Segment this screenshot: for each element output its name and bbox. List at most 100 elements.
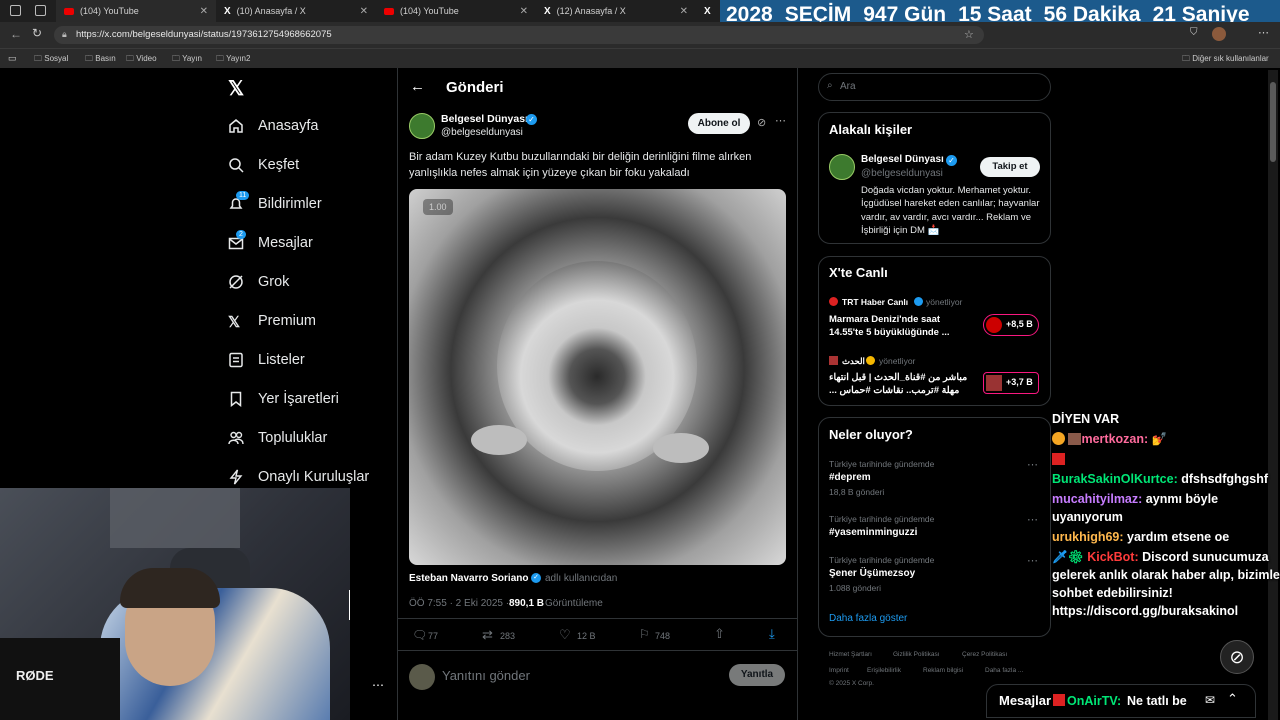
related-avatar[interactable] [829,154,855,180]
profile-avatar[interactable] [1212,27,1226,41]
mail-icon: 2 [228,230,246,251]
trend-name[interactable]: Şener Üşümezsoy [829,568,915,579]
trend-context: Türkiye tarihinde gündemde [829,459,935,469]
sidebar-item-explore[interactable]: Keşfet [228,157,299,173]
grok-float-button[interactable]: ⊘ [1220,640,1254,674]
sidebar-item-communities[interactable]: Topluluklar [228,430,327,446]
trend-name[interactable]: #yaseminminguzzi [829,527,917,538]
related-name[interactable]: Belgesel Dünyası [861,154,944,165]
tab-x-3[interactable]: X [696,0,720,22]
reply-input[interactable]: Yanıtını gönder [442,668,530,683]
close-tab-icon[interactable]: ✕ [360,6,368,17]
lock-icon[interactable]: 🔒︎ [62,29,67,40]
tab-actions-icon[interactable] [35,5,46,16]
reply-button[interactable]: Yanıtla [729,664,785,686]
post-timestamp[interactable]: ÖÖ 7:55 · 2 Eki 2025 · [409,598,509,609]
live-listeners-pill[interactable]: +3,7 B [983,372,1039,394]
trends-title: Neler oluyor? [829,427,913,442]
x-home-logo[interactable]: 𝕏 [228,76,244,101]
bookmark-folder[interactable]: 🗀︎ Video [126,53,157,67]
share-icon[interactable]: ⇧ [714,626,725,642]
verified-badge-icon: ✓ [526,114,537,125]
tab-youtube-1[interactable]: (104) YouTube ✕ [56,0,216,22]
sidebar-item-grok[interactable]: Grok [228,274,289,290]
post-video[interactable]: 1.00 [409,189,786,565]
tab-x-1[interactable]: X (10) Anasayfa / X ✕ [216,0,376,22]
floating-button[interactable] [349,590,350,620]
messages-drawer[interactable]: Mesajlar OnAirTV: Ne tatlı be ✉ ⌃ [986,684,1256,718]
tab-x-2[interactable]: X (12) Anasayfa / X ✕ [536,0,696,22]
follow-button[interactable]: Takip et [980,157,1040,177]
show-more-link[interactable]: Daha fazla göster [829,613,907,624]
repost-icon[interactable]: ⇄ [482,627,493,643]
menu-icon[interactable]: ⋯ [1258,26,1269,39]
footer-link[interactable]: Hizmet Şartları [829,651,872,658]
live-host[interactable]: TRT Haber Canlı [842,297,908,307]
bookmark-folder[interactable]: 🗀︎ Basın [85,53,116,67]
download-icon[interactable]: ⤓ [769,626,775,642]
x-icon: 𝕏 [228,314,241,331]
like-count: 12 B [577,631,596,641]
footer-link[interactable]: Imprint [829,667,849,674]
live-item-title[interactable]: مباشر من #قناة_الحدث | قبل انتهاء مهلة #… [829,371,977,397]
close-tab-icon[interactable]: ✕ [520,6,528,17]
sidebar-item-messages[interactable]: 2 Mesajlar [228,230,313,251]
compose-message-icon[interactable]: ✉ [1205,693,1215,707]
bookmark-folder[interactable]: 🗀︎ Sosyal [34,53,68,67]
like-icon[interactable]: ♡ [559,627,571,643]
more-options-icon[interactable]: ⋯ [775,114,786,127]
author-handle[interactable]: @belgeseldunyasi [441,127,523,138]
favorite-star-icon[interactable]: ☆ [964,28,974,41]
subscribe-button[interactable]: Abone ol [688,113,750,134]
back-icon[interactable]: ← [10,27,22,41]
tab-youtube-2[interactable]: (104) YouTube ✕ [376,0,536,22]
live-item-title[interactable]: Marmara Denizi'nde saat 14.55'te 5 büyük… [829,313,977,339]
reload-icon[interactable]: ↻ [32,26,42,40]
verified-badge-icon: ✓ [946,155,957,166]
expand-icon[interactable]: ⌃ [1227,691,1238,707]
sidebar-item-lists[interactable]: Listeler [228,352,305,368]
grok-explain-icon[interactable]: ⊘ [757,116,766,129]
footer-link[interactable]: Erişilebilirlik [867,667,901,674]
bookmark-icon[interactable]: ⚐ [639,627,650,641]
youtube-icon [64,7,74,15]
sidebar-item-bookmarks[interactable]: Yer İşaretleri [228,391,339,408]
chat-message: 🗡⚙ KickBot: Discord sunucumuza gelerek a… [1052,550,1280,618]
close-tab-icon[interactable]: ✕ [680,6,688,17]
live-host[interactable]: الحدث [842,356,865,367]
more-options-icon[interactable]: ⋯ [1027,458,1038,471]
sidebar-item-premium[interactable]: 𝕏 Premium [228,313,316,331]
live-listeners-pill[interactable]: +8,5 B [983,314,1039,336]
footer-link[interactable]: Çerez Politikası [962,651,1007,658]
trend-name[interactable]: #deprem [829,472,871,483]
more-icon[interactable]: ⋯ [372,678,384,692]
sidebar-item-notifications[interactable]: 11 Bildirimler [228,191,322,212]
scrollbar-thumb[interactable] [1270,82,1276,162]
footer-link[interactable]: Daha fazla ... [985,667,1023,674]
chat-message: urukhigh69: yardım etsene oe [1052,530,1230,544]
back-arrow-icon[interactable]: ← [410,78,425,95]
sidebar-item-verified-orgs[interactable]: Onaylı Kuruluşlar [228,469,369,485]
bookmark-folder[interactable]: 🗀︎ Yayın [172,53,202,67]
live-role: yönetliyor [879,356,916,366]
more-options-icon[interactable]: ⋯ [1027,513,1038,526]
more-options-icon[interactable]: ⋯ [1027,554,1038,567]
shield-icon[interactable]: ⛉ [1190,27,1198,38]
bookmark-folder[interactable]: 🗀︎ Yayın2 [216,53,250,67]
reply-icon[interactable]: 🗨︎ [412,628,427,642]
reading-list-icon[interactable]: ▭ [8,53,17,64]
chat-message [1052,450,1280,468]
footer-link[interactable]: Gizlilik Politikası [893,651,940,658]
workspaces-icon[interactable] [10,5,21,16]
address-input[interactable]: https://x.com/belgeseldunyasi/status/197… [54,26,984,44]
close-tab-icon[interactable]: ✕ [200,6,208,17]
author-name[interactable]: Belgesel Dünyası [441,113,528,125]
sidebar-item-home[interactable]: Anasayfa [228,118,318,134]
related-handle[interactable]: @belgeseldunyasi [861,168,943,179]
video-credit-name[interactable]: Esteban Navarro Soriano [409,573,528,584]
search-input[interactable]: ⌕ Ara [818,73,1051,101]
other-bookmarks[interactable]: 🗀︎ Diğer sık kullanılanlar [1182,53,1269,67]
chat-username: OnAirTV: [1067,694,1122,708]
footer-link[interactable]: Reklam bilgisi [923,667,963,674]
author-avatar[interactable] [409,113,435,139]
